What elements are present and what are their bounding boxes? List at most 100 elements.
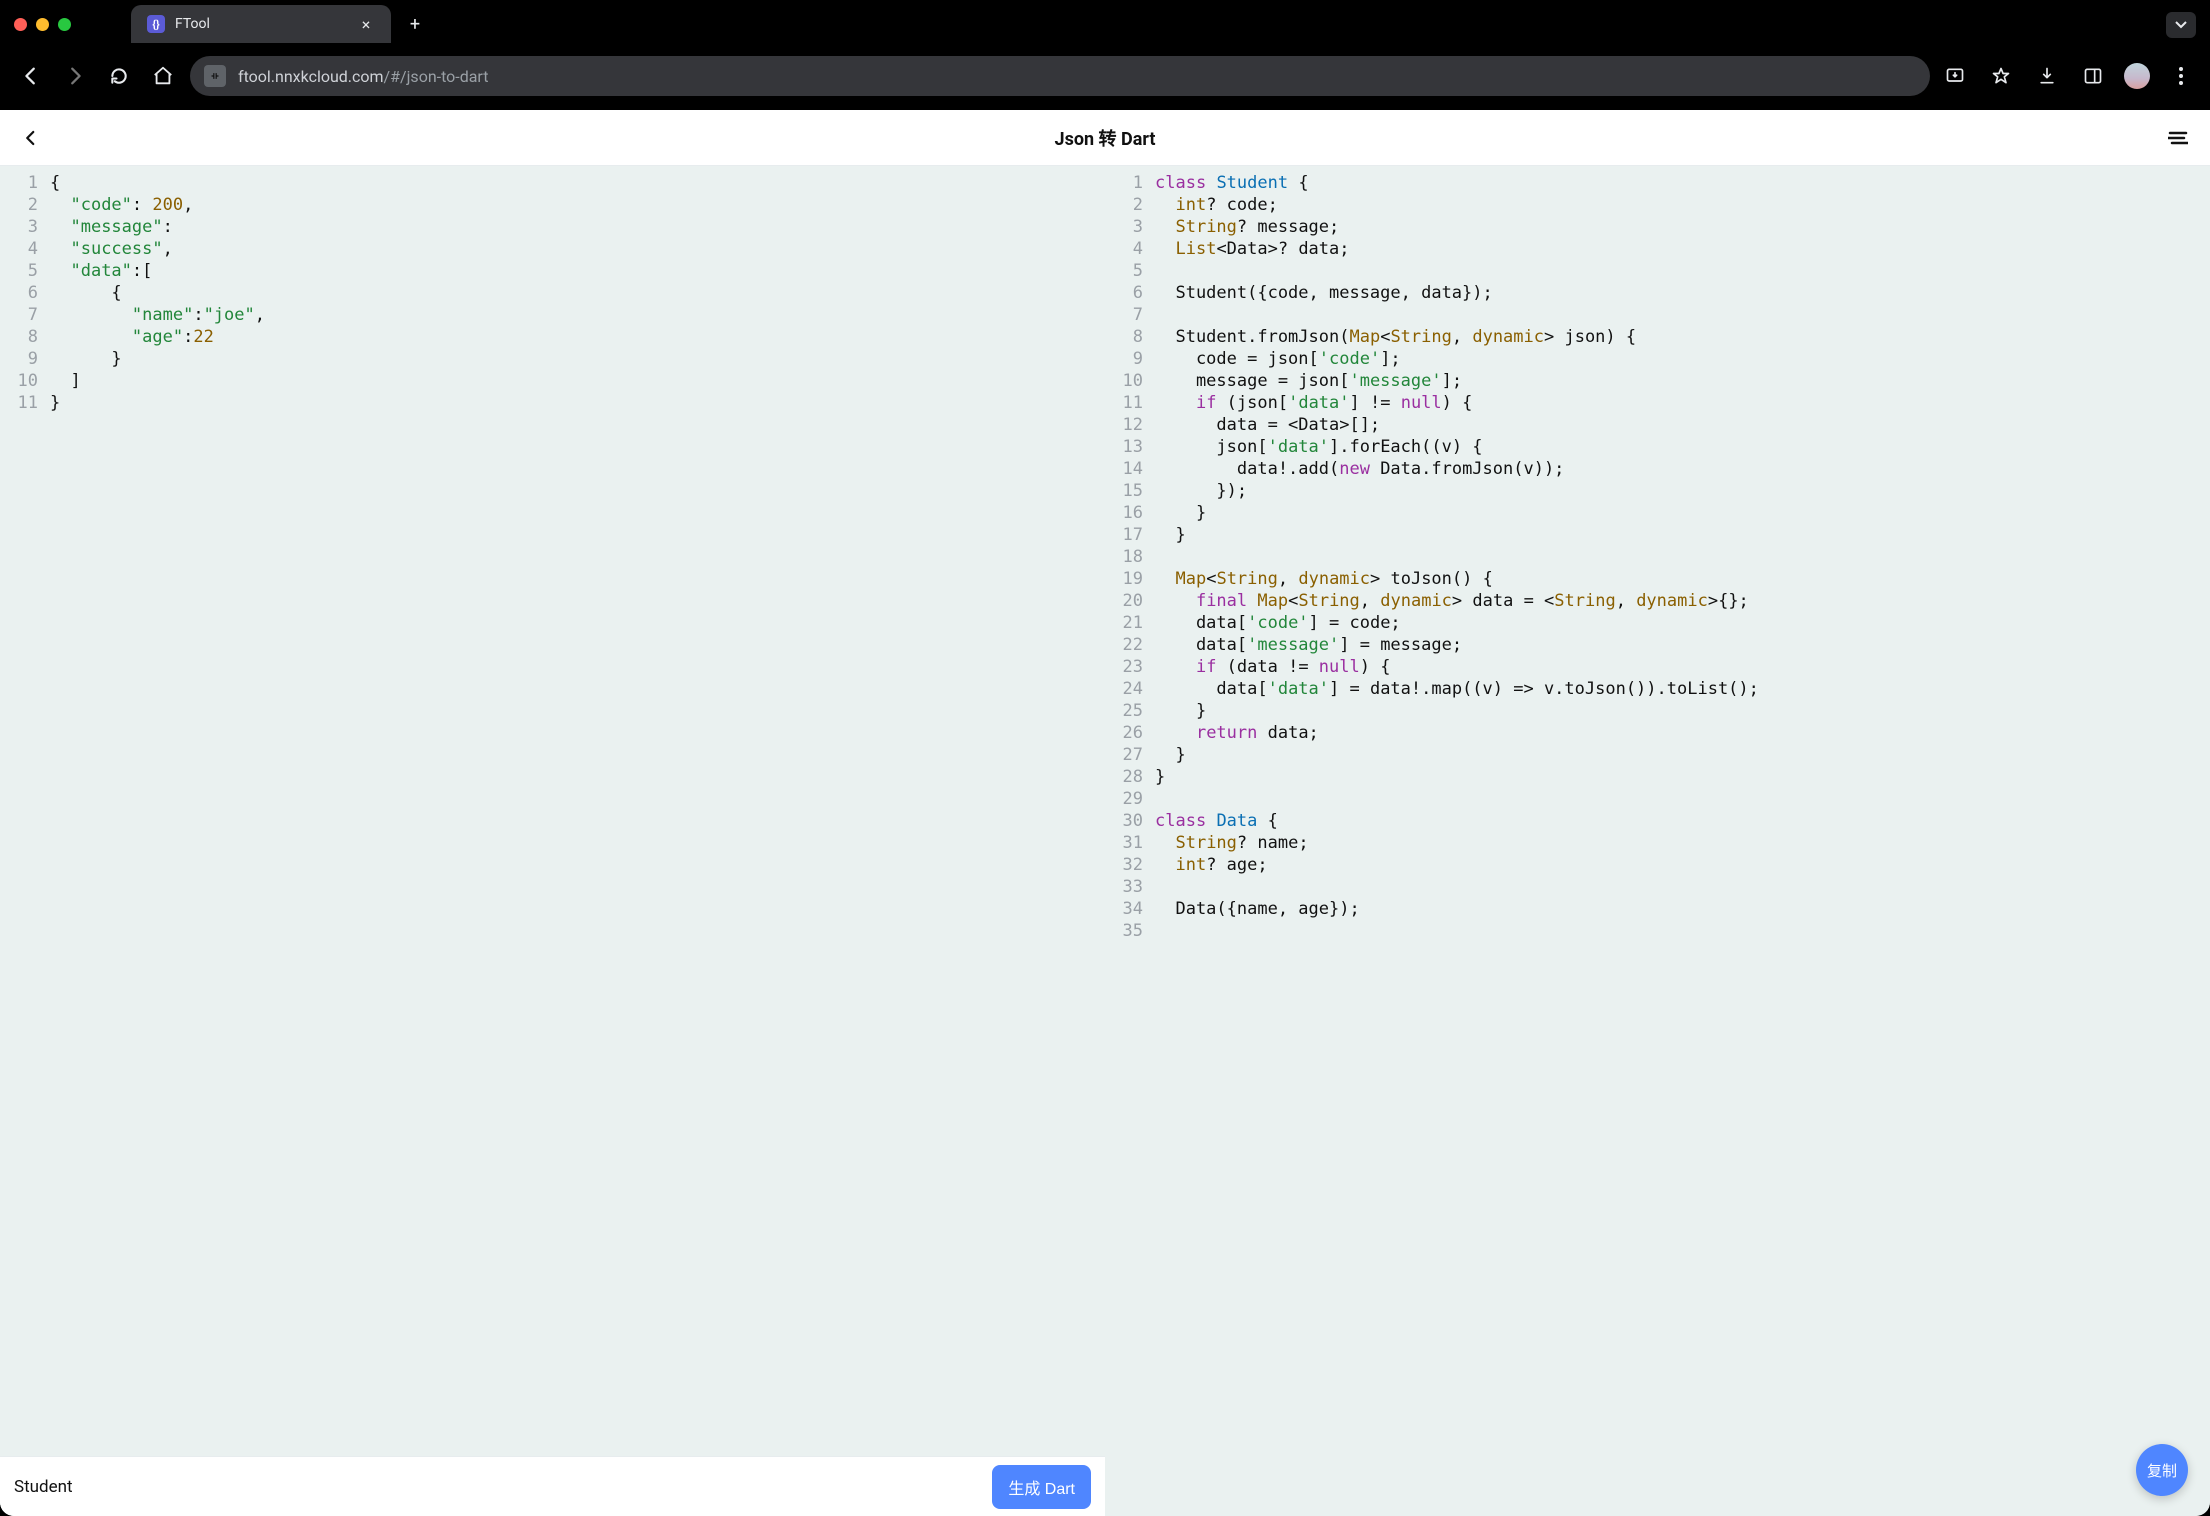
url-path: /#/json-to-dart <box>384 67 489 86</box>
code-line: 31 String? name; <box>1105 832 2210 854</box>
code-line: 8 "age":22 <box>0 326 1105 348</box>
code-line: 3 "message": <box>0 216 1105 238</box>
line-number: 2 <box>0 194 50 216</box>
line-content: } <box>50 348 122 370</box>
line-number: 3 <box>1105 216 1155 238</box>
code-line: 7 "name":"joe", <box>0 304 1105 326</box>
line-number: 6 <box>0 282 50 304</box>
code-line: 1class Student { <box>1105 172 2210 194</box>
line-content: String? message; <box>1155 216 1339 238</box>
line-content: } <box>1155 744 1186 766</box>
close-window-icon[interactable] <box>14 18 27 31</box>
code-line: 27 } <box>1105 744 2210 766</box>
code-line: 6 Student({code, message, data}); <box>1105 282 2210 304</box>
line-number: 12 <box>1105 414 1155 436</box>
line-content: if (data != null) { <box>1155 656 1390 678</box>
traffic-lights <box>14 18 71 31</box>
line-content: List<Data>? data; <box>1155 238 1350 260</box>
tabs-dropdown-button[interactable] <box>2166 12 2196 38</box>
code-line: 4 "success", <box>0 238 1105 260</box>
new-tab-button[interactable]: + <box>401 10 429 38</box>
json-editor[interactable]: 1{2 "code": 200,3 "message":4 "success",… <box>0 166 1105 1516</box>
toolbar-right-icons <box>1940 61 2196 91</box>
line-content: data = <Data>[]; <box>1155 414 1380 436</box>
code-line: 7 <box>1105 304 2210 326</box>
class-name-input[interactable]: Student <box>14 1477 980 1497</box>
line-content: }); <box>1155 480 1247 502</box>
json-code[interactable]: 1{2 "code": 200,3 "message":4 "success",… <box>0 172 1105 414</box>
line-content: if (json['data'] != null) { <box>1155 392 1472 414</box>
dart-code[interactable]: 1class Student {2 int? code;3 String? me… <box>1105 172 2210 942</box>
fullscreen-window-icon[interactable] <box>58 18 71 31</box>
code-line: 5 "data":[ <box>0 260 1105 282</box>
code-line: 18 <box>1105 546 2210 568</box>
profile-avatar[interactable] <box>2124 63 2150 89</box>
code-line: 10 message = json['message']; <box>1105 370 2210 392</box>
line-content: Student.fromJson(Map<String, dynamic> js… <box>1155 326 1636 348</box>
code-line: 6 { <box>0 282 1105 304</box>
line-content: "data":[ <box>50 260 152 282</box>
code-line: 5 <box>1105 260 2210 282</box>
minimize-window-icon[interactable] <box>36 18 49 31</box>
line-number: 3 <box>0 216 50 238</box>
line-number: 30 <box>1105 810 1155 832</box>
line-number: 10 <box>1105 370 1155 392</box>
code-line: 20 final Map<String, dynamic> data = <St… <box>1105 590 2210 612</box>
line-content: } <box>1155 524 1186 546</box>
code-line: 25 } <box>1105 700 2210 722</box>
code-line: 24 data['data'] = data!.map((v) => v.toJ… <box>1105 678 2210 700</box>
tab-title: FTool <box>175 16 210 32</box>
site-info-icon[interactable] <box>204 65 226 87</box>
code-line: 9 } <box>0 348 1105 370</box>
back-button[interactable] <box>14 59 48 93</box>
page-menu-button[interactable] <box>2164 124 2192 152</box>
page-title: Json 转 Dart <box>1055 125 1156 151</box>
line-number: 22 <box>1105 634 1155 656</box>
line-number: 9 <box>1105 348 1155 370</box>
code-line: 3 String? message; <box>1105 216 2210 238</box>
home-button[interactable] <box>146 59 180 93</box>
copy-button[interactable]: 复制 <box>2136 1444 2188 1496</box>
code-line: 2 "code": 200, <box>0 194 1105 216</box>
line-number: 26 <box>1105 722 1155 744</box>
code-line: 32 int? age; <box>1105 854 2210 876</box>
line-content: Data({name, age}); <box>1155 898 1360 920</box>
line-number: 27 <box>1105 744 1155 766</box>
line-number: 6 <box>1105 282 1155 304</box>
generate-dart-button[interactable]: 生成 Dart <box>992 1465 1091 1509</box>
line-content: { <box>50 172 60 194</box>
line-number: 10 <box>0 370 50 392</box>
reload-button[interactable] <box>102 59 136 93</box>
code-line: 10 ] <box>0 370 1105 392</box>
code-line: 21 data['code'] = code; <box>1105 612 2210 634</box>
browser-titlebar: FTool × + <box>0 0 2210 48</box>
page-back-button[interactable] <box>14 121 48 155</box>
browser-tab[interactable]: FTool × <box>131 5 391 43</box>
code-line: 11} <box>0 392 1105 414</box>
line-number: 8 <box>0 326 50 348</box>
line-content: data['message'] = message; <box>1155 634 1462 656</box>
kebab-menu-icon[interactable] <box>2166 61 2196 91</box>
line-number: 25 <box>1105 700 1155 722</box>
install-app-icon[interactable] <box>1940 61 1970 91</box>
line-content: code = json['code']; <box>1155 348 1401 370</box>
line-number: 1 <box>1105 172 1155 194</box>
address-bar[interactable]: ftool.nnxkcloud.com/#/json-to-dart <box>190 56 1930 96</box>
code-line: 12 data = <Data>[]; <box>1105 414 2210 436</box>
close-tab-icon[interactable]: × <box>357 15 375 33</box>
line-content: class Student { <box>1155 172 1309 194</box>
code-line: 26 return data; <box>1105 722 2210 744</box>
line-number: 29 <box>1105 788 1155 810</box>
side-panel-icon[interactable] <box>2078 61 2108 91</box>
bookmark-icon[interactable] <box>1986 61 2016 91</box>
line-number: 31 <box>1105 832 1155 854</box>
forward-button[interactable] <box>58 59 92 93</box>
page-header: Json 转 Dart <box>0 110 2210 166</box>
downloads-icon[interactable] <box>2032 61 2062 91</box>
line-number: 5 <box>1105 260 1155 282</box>
dart-editor[interactable]: 1class Student {2 int? code;3 String? me… <box>1105 166 2210 1516</box>
line-content: data!.add(new Data.fromJson(v)); <box>1155 458 1564 480</box>
line-content: data['code'] = code; <box>1155 612 1401 634</box>
line-number: 21 <box>1105 612 1155 634</box>
code-line: 33 <box>1105 876 2210 898</box>
